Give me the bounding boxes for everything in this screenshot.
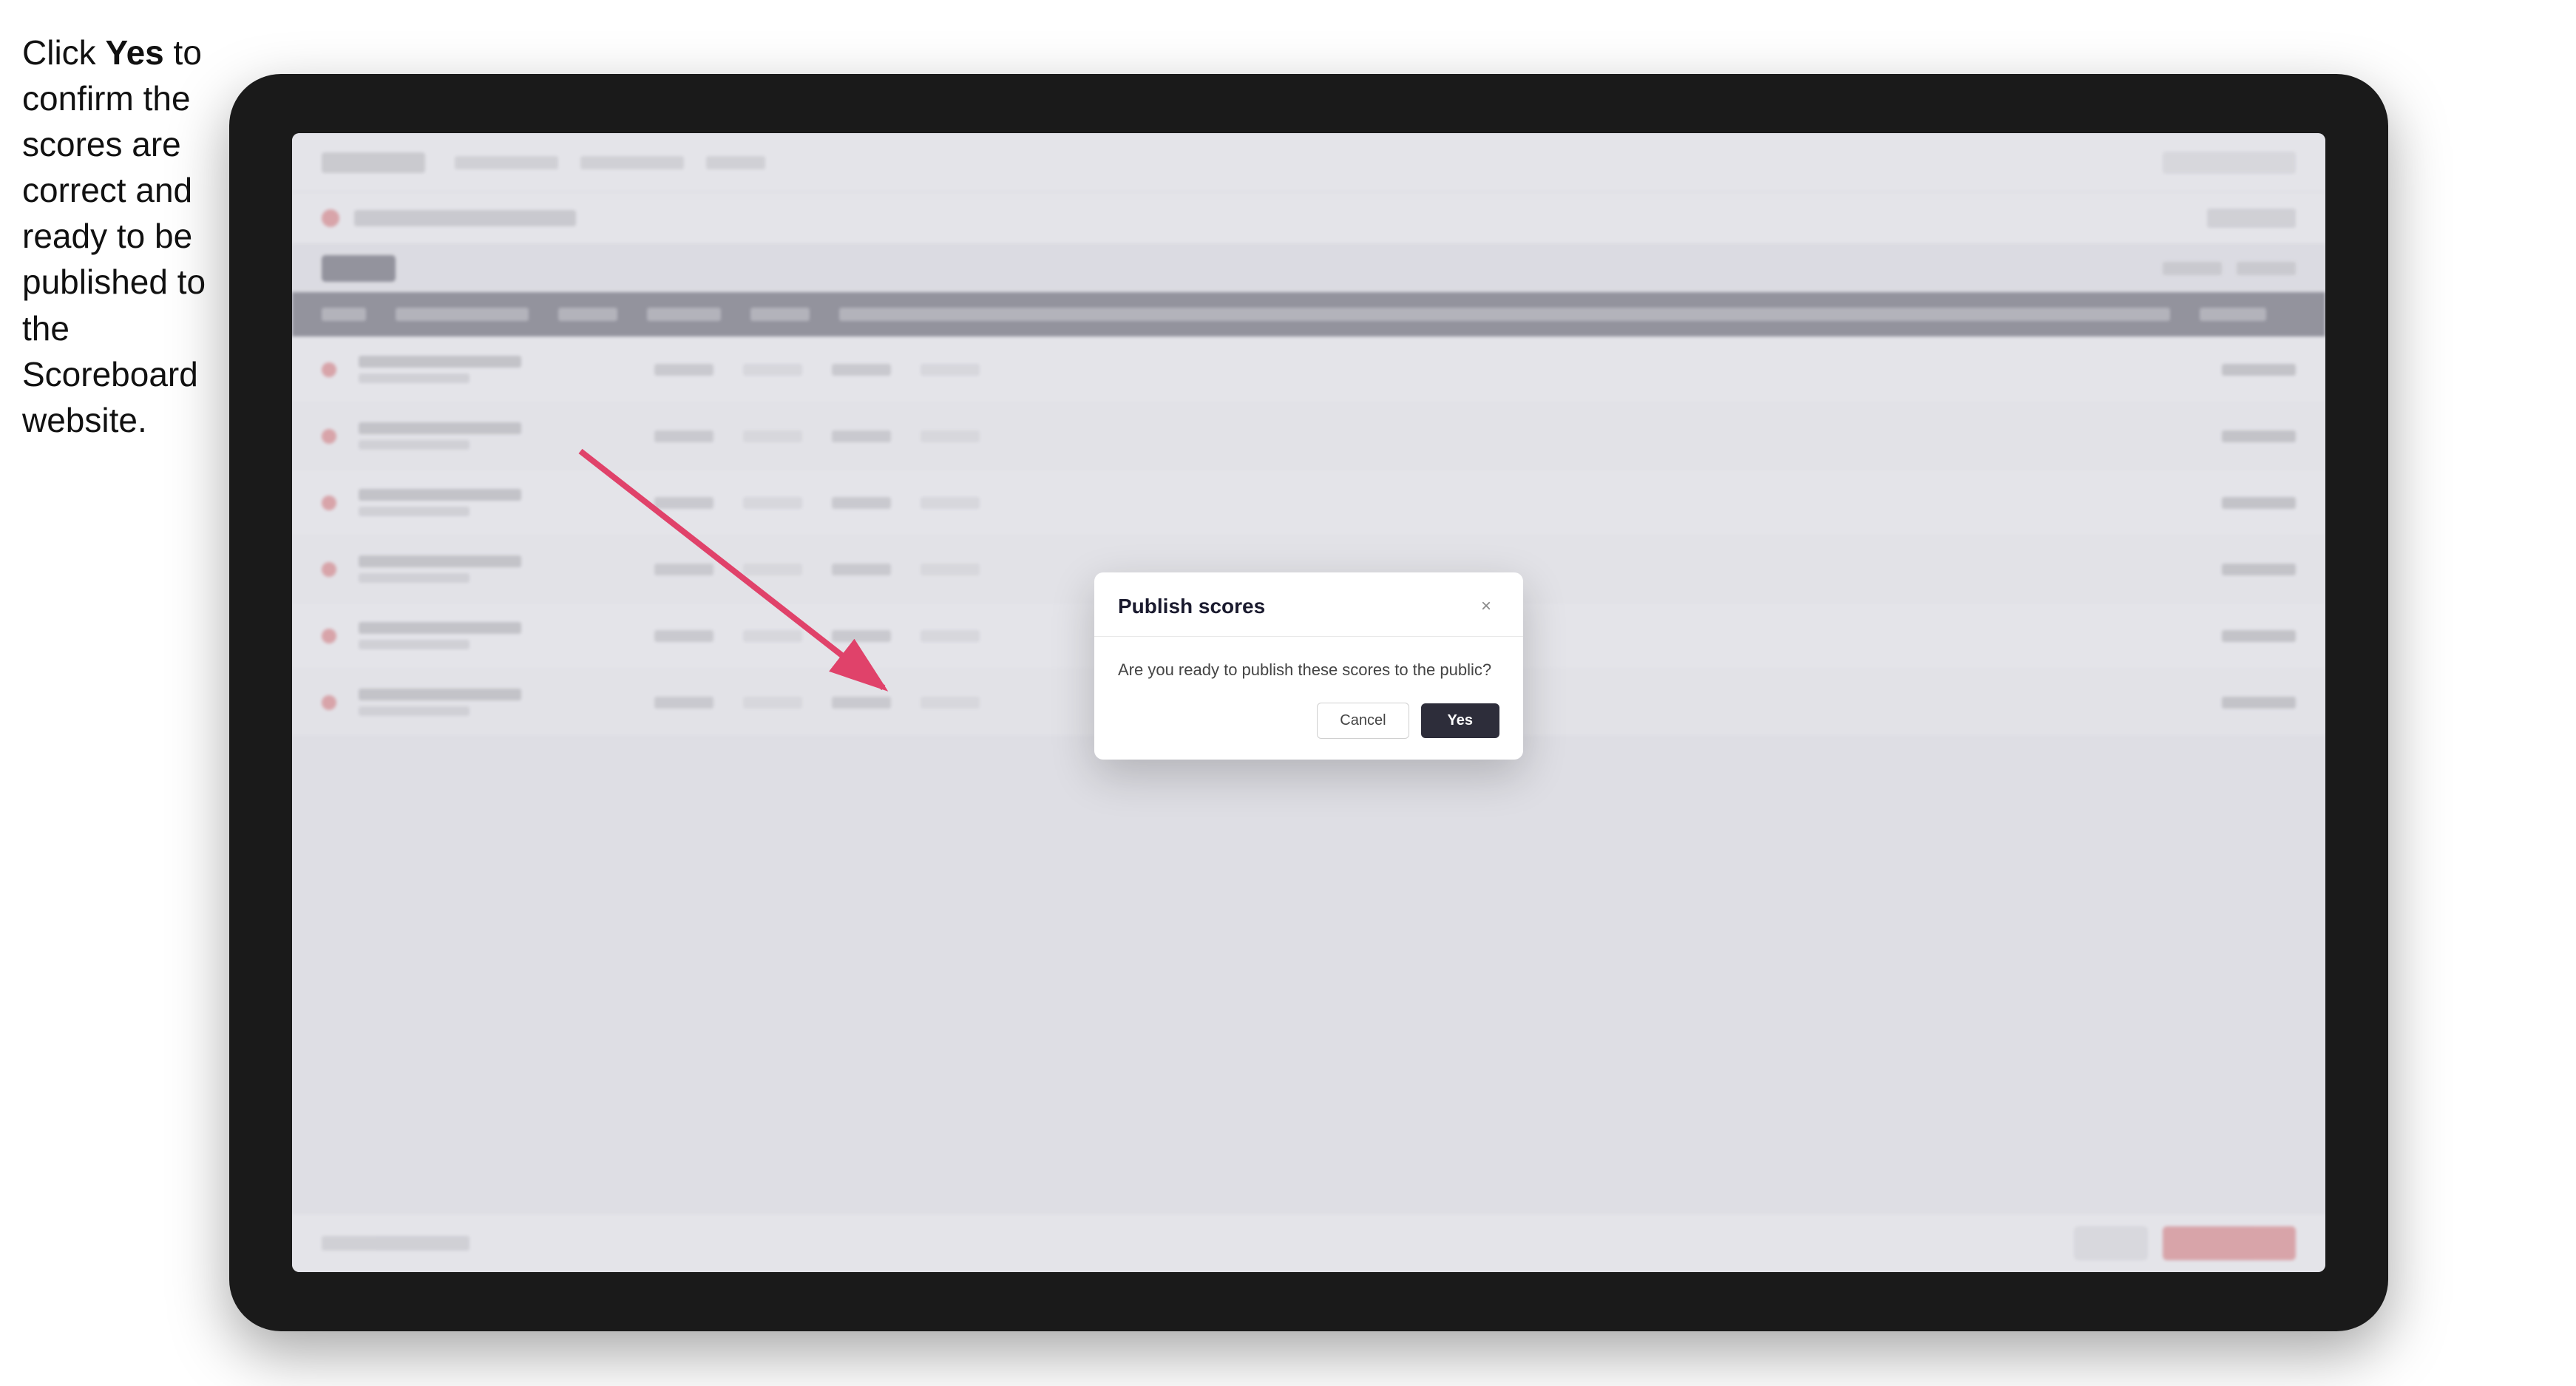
modal-message: Are you ready to publish these scores to… [1118,657,1499,682]
modal-title: Publish scores [1118,595,1265,618]
modal-body: Are you ready to publish these scores to… [1094,637,1523,703]
tablet-device: Publish scores × Are you ready to publis… [229,74,2388,1331]
publish-scores-dialog: Publish scores × Are you ready to publis… [1094,572,1523,760]
tablet-screen: Publish scores × Are you ready to publis… [292,133,2325,1272]
modal-header: Publish scores × [1094,572,1523,637]
modal-footer: Cancel Yes [1094,703,1523,760]
modal-overlay: Publish scores × Are you ready to publis… [292,133,2325,1272]
modal-close-button[interactable]: × [1473,593,1499,620]
instruction-text: Click Yes to confirm the scores are corr… [22,30,237,443]
yes-button[interactable]: Yes [1421,703,1499,738]
cancel-button[interactable]: Cancel [1317,703,1409,739]
yes-emphasis: Yes [105,33,163,72]
